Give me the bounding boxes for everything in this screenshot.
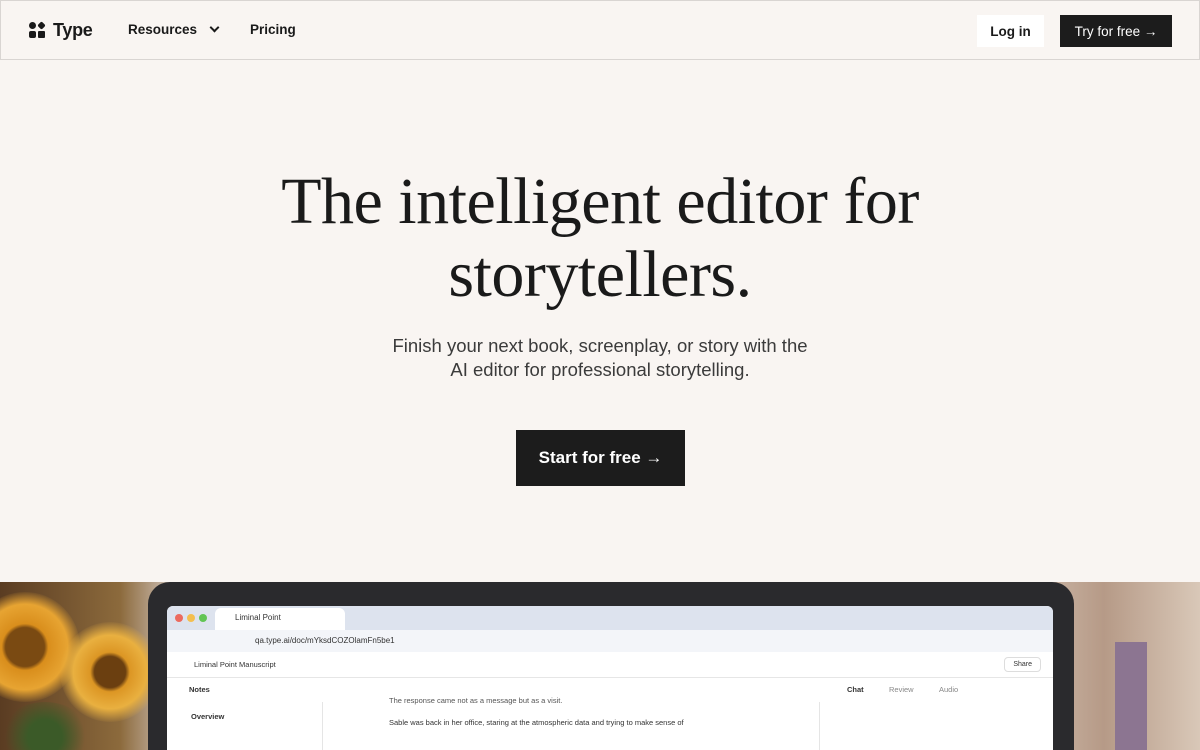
manuscript-line-1: The response came not as a message but a… (389, 696, 563, 705)
hero-title: The intelligent editor for storytellers. (200, 165, 1000, 311)
hero-title-line-2: storytellers. (448, 238, 752, 311)
review-tab-label: Review (889, 685, 914, 694)
login-button[interactable]: Log in (977, 15, 1044, 47)
start-for-free-button[interactable]: Start for free → (516, 430, 685, 486)
hero-subtitle: Finish your next book, screenplay, or st… (300, 334, 900, 382)
resources-label: Resources (128, 22, 198, 37)
hero-subtitle-line-2: AI editor for professional storytelling. (450, 359, 750, 380)
chevron-down-icon (209, 22, 220, 33)
browser-tab: Liminal Point (215, 608, 345, 630)
manuscript-line-2: Sable was back in her office, staring at… (389, 718, 684, 727)
zoom-dot (199, 614, 207, 622)
browser-tabbar: Liminal Point (167, 606, 1053, 630)
editor-toolbar: Notes Chat Review Audio (167, 678, 1053, 702)
hero-subtitle-line-1: Finish your next book, screenplay, or st… (392, 335, 808, 356)
book-decoration (1115, 642, 1147, 750)
share-label: Share (1004, 657, 1041, 672)
laptop-screen: Liminal Point qa.type.ai/doc/mYksdCOZOla… (167, 606, 1053, 750)
brand-logo[interactable]: Type (29, 20, 93, 41)
panel-divider (819, 702, 820, 750)
sunflower-decoration (60, 622, 160, 722)
hero-title-line-1: The intelligent editor for (281, 165, 919, 238)
try-for-free-button[interactable]: Try for free → (1060, 15, 1172, 47)
close-dot (175, 614, 183, 622)
notes-label: Notes (189, 685, 210, 694)
url-text: qa.type.ai/doc/mYksdCOZOlamFn5be1 (255, 636, 395, 645)
doc-title: Liminal Point Manuscript (194, 660, 276, 669)
overview-label: Overview (191, 712, 225, 721)
resources-menu[interactable]: Resources (128, 22, 220, 37)
logo-icon (29, 21, 46, 39)
sidebar-divider (322, 702, 323, 750)
brand-name: Type (53, 20, 93, 40)
chat-tab-label: Chat (847, 685, 864, 694)
pricing-link[interactable]: Pricing (250, 22, 296, 37)
minimize-dot (187, 614, 195, 622)
top-navbar: Type Resources Pricing Log in Try for fr… (0, 0, 1200, 60)
document-bar: Liminal Point Manuscript Share (167, 652, 1053, 678)
product-photo: Liminal Point qa.type.ai/doc/mYksdCOZOla… (0, 582, 1200, 750)
audio-tab-label: Audio (939, 685, 959, 694)
address-bar: qa.type.ai/doc/mYksdCOZOlamFn5be1 (167, 630, 1053, 652)
